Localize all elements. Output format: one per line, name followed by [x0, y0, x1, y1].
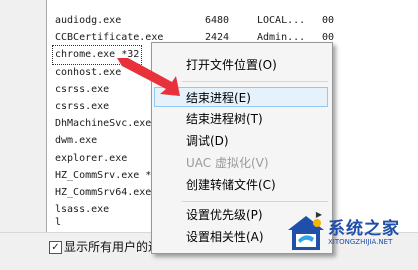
house-logo-icon [288, 216, 324, 250]
watermark-subtitle: XITONGZHIJIA.NET [328, 238, 393, 246]
watermark-title: 系统之家 [328, 219, 400, 239]
watermark-logo: 系统之家 XITONGZHIJIA.NET [286, 212, 418, 258]
